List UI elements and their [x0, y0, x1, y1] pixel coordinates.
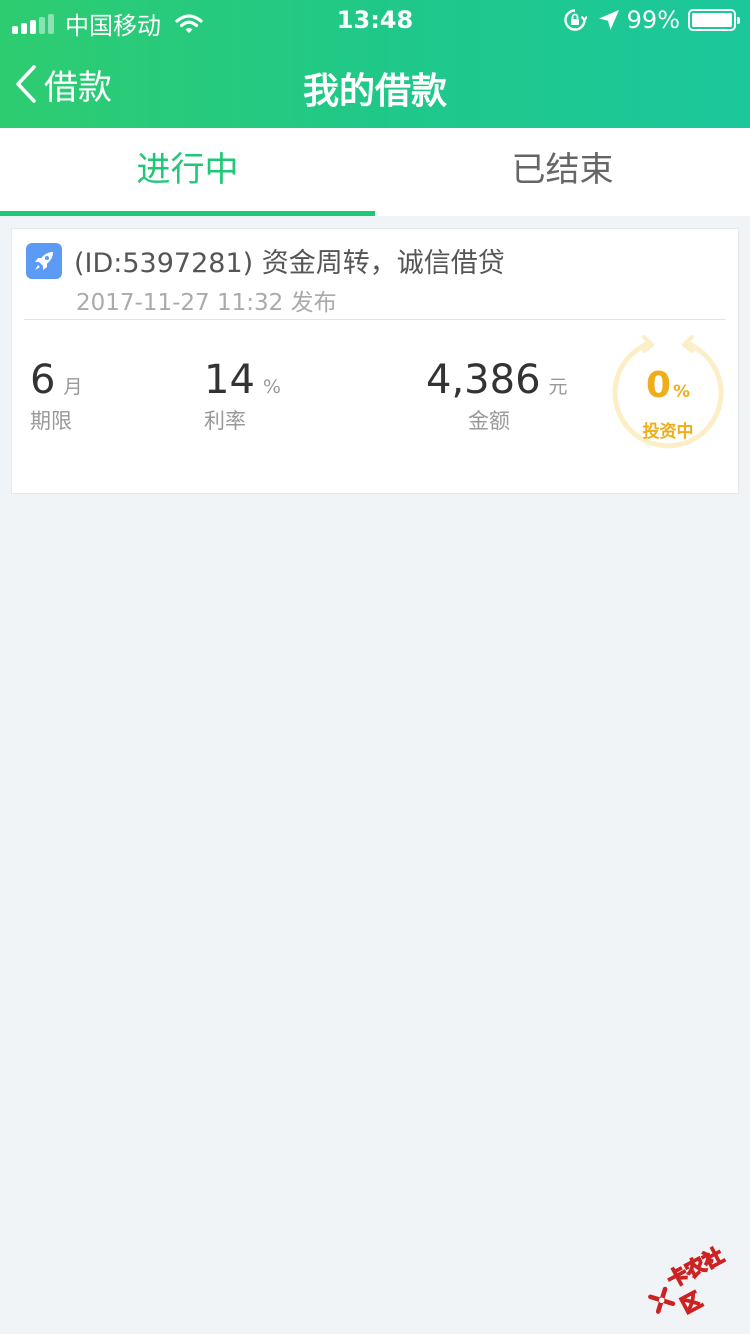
card-divider: [24, 319, 726, 320]
loan-term: 6月 期限: [30, 357, 82, 435]
tab-active-indicator: [0, 211, 375, 216]
status-bar: 中国移动 13:48 99%: [0, 0, 750, 40]
tab-finished[interactable]: 已结束: [375, 128, 750, 216]
progress-value: 0%: [612, 365, 724, 406]
loan-title: (ID:5397281) 资金周转，诚信借贷: [74, 248, 505, 279]
rocket-icon: [26, 243, 62, 279]
battery-percent: 99%: [626, 6, 680, 34]
rate-unit: %: [262, 376, 281, 398]
progress-number: 0: [645, 365, 671, 406]
loan-card[interactable]: (ID:5397281) 资金周转，诚信借贷 2017-11-27 11:32 …: [11, 228, 739, 494]
battery-icon: [688, 9, 740, 31]
location-arrow-icon: [598, 10, 619, 30]
watermark: 卡农社区: [642, 1241, 749, 1323]
term-value: 6: [30, 357, 56, 403]
amount-value: 4,386: [426, 357, 541, 403]
amount-unit: 元: [548, 376, 568, 398]
rate-label: 利率: [204, 409, 246, 433]
term-label: 期限: [30, 409, 72, 433]
tab-bar: 进行中 已结束: [0, 128, 750, 216]
loan-rate: 14% 利率: [204, 357, 281, 435]
loan-publish-date: 2017-11-27 11:32 发布: [76, 290, 337, 316]
loan-amount: 4,386 元 金额: [426, 357, 568, 435]
status-right: 99%: [563, 6, 740, 34]
tab-in-progress[interactable]: 进行中: [0, 128, 375, 216]
page-title: 我的借款: [302, 71, 447, 112]
nav-bar: 借款 我的借款: [0, 40, 750, 128]
progress-unit: %: [673, 382, 691, 402]
rate-value: 14: [204, 357, 255, 403]
rotation-lock-icon: [563, 9, 587, 31]
amount-label: 金额: [468, 409, 510, 433]
investment-progress: 0% 投资中: [612, 333, 724, 455]
app-header: 中国移动 13:48 99% 借款 我的借款: [0, 0, 750, 128]
term-unit: 月: [63, 376, 83, 398]
progress-status: 投资中: [642, 422, 694, 442]
